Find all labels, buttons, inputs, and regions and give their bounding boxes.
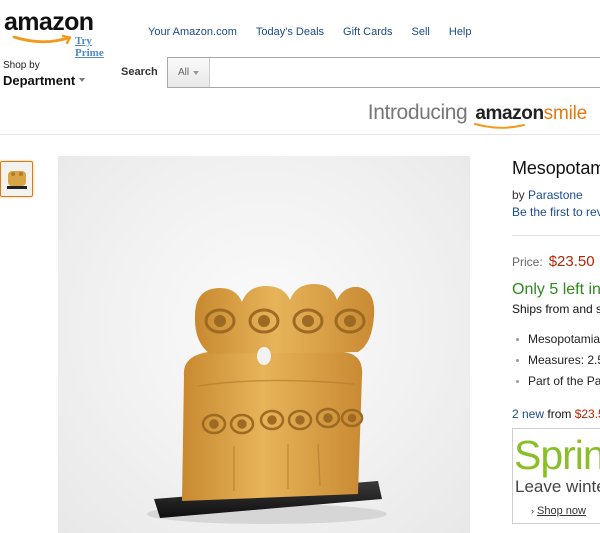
ships-from: Ships from and sold by [512, 302, 600, 316]
divider [512, 235, 600, 236]
new-from-price: $23.5 [574, 407, 600, 421]
ad-subtext: Leave winter [515, 477, 600, 496]
brand-link[interactable]: Parastone [528, 188, 583, 202]
search-bar: All [167, 57, 600, 88]
new-offers: 2 new from $23.5 [512, 407, 600, 421]
search-department-value: All [177, 67, 190, 78]
smile-arrow-icon [12, 34, 72, 45]
top-nav: Your Amazon.com Today's Deals Gift Cards… [148, 26, 491, 38]
price-label: Price: [512, 255, 543, 269]
feature-bullet: Mesopotamia [512, 329, 600, 350]
nav-todays-deals[interactable]: Today's Deals [256, 26, 324, 38]
byline: by Parastone [512, 188, 600, 202]
search-department-select[interactable]: All [168, 58, 210, 87]
product-info: Mesopotamia by Parastone Be the first to… [512, 158, 600, 421]
logo-wordmark: amazon [4, 8, 94, 36]
try-prime-link[interactable]: Try Prime [75, 35, 116, 59]
product-main-image[interactable] [58, 156, 470, 533]
new-from-text: from [544, 407, 575, 421]
feature-bullet: Part of the Pa [512, 371, 600, 392]
figurine-thumbnail-image [7, 171, 27, 189]
nav-gift-cards[interactable]: Gift Cards [343, 26, 393, 38]
banner-intro: Introducing [367, 101, 468, 124]
nav-sell[interactable]: Sell [412, 26, 430, 38]
search-input[interactable] [210, 58, 600, 87]
search-label: Search [121, 66, 158, 78]
product-title: Mesopotamia [512, 158, 600, 178]
department-label: Department [3, 72, 76, 88]
chevron-down-icon [193, 70, 200, 75]
shop-now-label: Shop now [537, 505, 586, 517]
new-offers-link[interactable]: 2 new [512, 407, 544, 421]
byline-prefix: by [512, 188, 529, 202]
nav-your-amazon[interactable]: Your Amazon.com [148, 26, 237, 38]
banner-smile: smile [543, 103, 588, 124]
feature-bullets: Mesopotamia Measures: 2.5 Part of the Pa [512, 329, 600, 392]
stock-status: Only 5 left in stock [512, 281, 600, 298]
shop-by-department[interactable]: Shop by Department [3, 60, 86, 90]
spring-ad[interactable]: Spring Leave winter ›Shop now [512, 428, 600, 524]
shop-by-label: Shop by [3, 60, 40, 71]
nav-help[interactable]: Help [449, 26, 472, 38]
amazon-logo[interactable]: amazon Try Prime [4, 8, 116, 59]
product-thumbnail[interactable] [0, 161, 33, 197]
site-header: amazon Try Prime Your Amazon.com Today's… [0, 0, 600, 97]
feature-bullet: Measures: 2.5 [512, 350, 600, 371]
price-row: Price: $23.50 [512, 253, 600, 270]
eye-idol-figurine-image [147, 284, 387, 524]
ad-headline: Spring [514, 432, 600, 478]
chevron-down-icon [79, 78, 86, 83]
shop-now-link[interactable]: › Shop now [531, 505, 586, 517]
first-review-link[interactable]: Be the first to review this item [512, 205, 600, 219]
price-value: $23.50 [548, 253, 595, 270]
amazonsmile-banner[interactable]: Introducing amazon smile [0, 97, 600, 135]
smile-arrow-icon [474, 123, 525, 129]
chevron-right-icon: › [531, 506, 534, 516]
